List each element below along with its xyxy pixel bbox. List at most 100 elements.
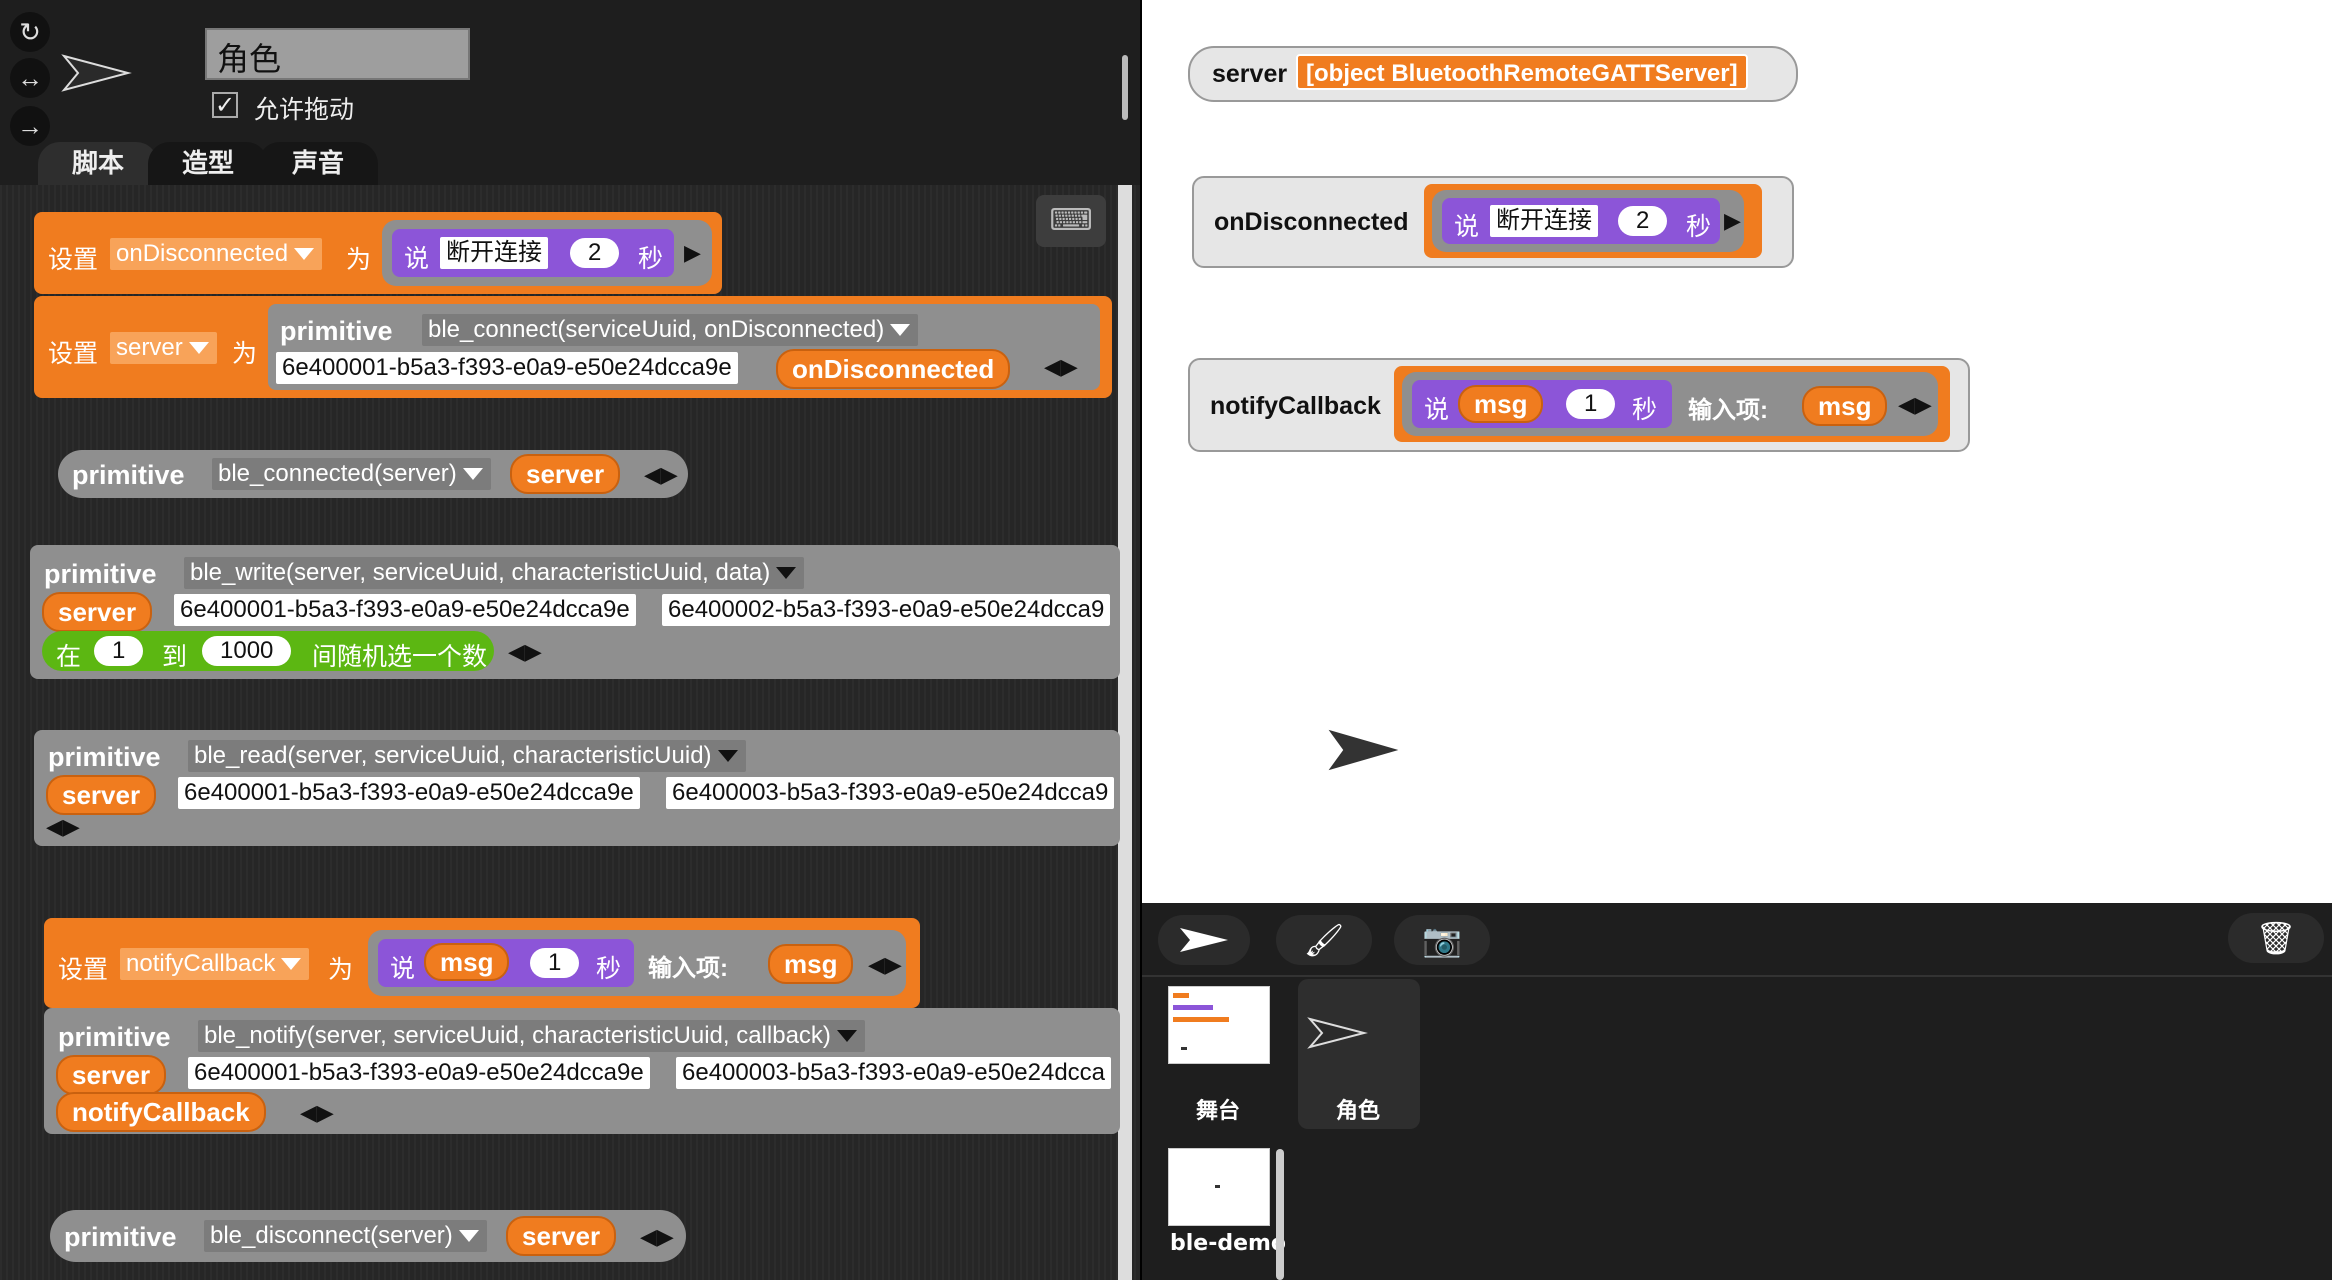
primitive-dropdown[interactable]: ble_notify(server, serviceUuid, characte… [198,1020,865,1052]
server-var[interactable]: server [510,454,621,494]
msg-var[interactable]: msg [424,943,510,981]
ring-slot[interactable]: 说 msg 1 秒 输入项: msg ◀▶ [368,930,906,996]
set-ondisconnected-block[interactable]: 设置 onDisconnected 为 说 断开连接 2 秒 ▶ [34,212,722,294]
corral-divider [1142,975,2332,977]
watcher-notifycallback[interactable]: notifyCallback 说 msg 1 秒 输入项: msg ◀▶ [1188,358,1970,452]
say-label: 说 [404,244,430,273]
arg-arrows-icon[interactable]: ◀▶ [46,814,80,840]
random-at-label: 在 [56,642,82,671]
camera-icon[interactable]: 📷 [1394,915,1490,965]
rotate-icon[interactable]: ↻ [10,12,50,52]
primitive-label: primitive [48,742,161,772]
server-var[interactable]: server [506,1216,617,1256]
primitive-dropdown[interactable]: ble_connect(serviceUuid, onDisconnected) [422,314,919,346]
random-to-input[interactable]: 1000 [202,636,292,666]
say-for-secs-block[interactable]: 说 msg 1 秒 [378,939,634,987]
primitive-label: primitive [64,1222,177,1252]
sprite-thumb-icon [1307,1017,1368,1049]
say-for-secs-block: 说 msg 1 秒 [1412,380,1672,428]
scene-label: ble-demo [1170,1231,1287,1256]
stage[interactable]: server [object BluetoothRemoteGATTServer… [1142,0,2332,903]
uuid-input[interactable]: 6e400002-b5a3-f393-e0a9-e50e24dcca9 [662,594,1111,626]
primitive-dropdown[interactable]: ble_read(server, serviceUuid, characteri… [188,740,746,772]
turtle-icon[interactable] [1158,915,1250,965]
draggable-checkbox[interactable]: ✓ [212,92,238,118]
trash-icon[interactable]: 🗑 [2228,913,2324,963]
sprite-name-field[interactable]: 角色 [205,28,470,80]
random-block[interactable]: 在 1 到 1000 间随机选一个数 [42,631,494,671]
sprite-arrow-icon [61,54,132,92]
primitive-write-block[interactable]: primitive ble_write(server, serviceUuid,… [30,545,1120,679]
watcher-value-ring: 说 msg 1 秒 输入项: msg ◀▶ [1394,366,1950,442]
to-label: 为 [232,339,258,368]
var-dropdown[interactable]: onDisconnected [110,238,323,270]
secs-label: 秒 [1632,395,1658,424]
watcher-value-ring: 说 断开连接 2 秒 ▶ [1424,184,1762,258]
watcher-ondisconnected[interactable]: onDisconnected 说 断开连接 2 秒 ▶ [1192,176,1794,268]
primitive-read-block[interactable]: primitive ble_read(server, serviceUuid, … [34,730,1120,846]
notifycallback-var[interactable]: notifyCallback [56,1092,266,1132]
uuid-input[interactable]: 6e400001-b5a3-f393-e0a9-e50e24dcca9e [276,352,738,384]
set-label: 设置 [48,245,99,274]
set-notifycallback-block[interactable]: 设置 notifyCallback 为 说 msg 1 秒 输入项: msg ◀… [44,918,920,1008]
say-text: 断开连接 [1490,205,1598,237]
primitive-label: primitive [280,316,393,346]
ondisconnected-var[interactable]: onDisconnected [776,349,1011,389]
var-dropdown[interactable]: notifyCallback [120,948,310,980]
flip-icon[interactable]: ↔ [10,58,50,98]
random-from-input[interactable]: 1 [94,636,144,666]
corral-scrollbar[interactable] [1276,1149,1284,1280]
primitive-connect-block[interactable]: primitive ble_connect(serviceUuid, onDis… [268,304,1100,390]
server-var[interactable]: server [56,1055,167,1095]
secs-input[interactable]: 1 [530,948,580,978]
uuid-input[interactable]: 6e400001-b5a3-f393-e0a9-e50e24dcca9e [174,594,636,626]
sprite-thumbnail-selected[interactable]: 角色 [1298,979,1420,1129]
sprite-turtle-icon[interactable] [1322,724,1408,776]
expand-arrow-icon[interactable]: ▶ [684,240,701,266]
set-label: 设置 [58,955,109,984]
primitive-connected-block[interactable]: primitive ble_connected(server) server ◀… [58,450,688,498]
keyboard-icon[interactable]: ⌨ [1036,195,1106,247]
uuid-input[interactable]: 6e400001-b5a3-f393-e0a9-e50e24dcca9e [188,1057,650,1089]
server-var[interactable]: server [46,775,157,815]
primitive-dropdown[interactable]: ble_write(server, serviceUuid, character… [184,557,805,589]
stage-thumbnail[interactable] [1168,986,1270,1064]
tab-scripts[interactable]: 脚本 [38,142,159,186]
msg-param[interactable]: msg [768,944,854,984]
secs-label: 秒 [638,244,664,273]
paintbrush-icon[interactable]: 🖌 [1276,915,1372,965]
tab-costumes[interactable]: 造型 [148,142,269,186]
ring-slot[interactable]: 说 断开连接 2 秒 ▶ [382,220,712,286]
header-scrollbar[interactable] [1122,55,1128,120]
draggable-label: 允许拖动 [254,95,355,124]
say-text-input[interactable]: 断开连接 [440,237,548,269]
secs-input[interactable]: 2 [570,238,620,268]
uuid-input[interactable]: 6e400001-b5a3-f393-e0a9-e50e24dcca9e [178,777,640,809]
arg-arrows-icon[interactable]: ◀▶ [640,1224,674,1250]
secs-label: 秒 [1686,212,1712,241]
primitive-dropdown[interactable]: ble_connected(server) [212,458,491,490]
ring-slot: 说 msg 1 秒 输入项: msg ◀▶ [1402,372,1938,436]
primitive-notify-block[interactable]: primitive ble_notify(server, serviceUuid… [44,1008,1120,1134]
server-var[interactable]: server [42,592,153,632]
set-label: 设置 [48,339,99,368]
arg-arrows-icon[interactable]: ◀▶ [1044,354,1078,380]
scene-thumbnail[interactable] [1168,1148,1270,1226]
say-for-secs-block[interactable]: 说 断开连接 2 秒 [392,229,674,277]
secs-label: 秒 [596,954,622,983]
primitive-dropdown[interactable]: ble_disconnect(server) [204,1220,487,1252]
primitive-label: primitive [44,559,157,589]
tab-sounds[interactable]: 声音 [258,142,379,186]
var-dropdown[interactable]: server [110,332,217,364]
uuid-input[interactable]: 6e400003-b5a3-f393-e0a9-e50e24dcca9 [666,777,1115,809]
arg-arrows-icon[interactable]: ◀▶ [644,462,678,488]
set-server-block[interactable]: 设置 server 为 primitive ble_connect(servic… [34,296,1112,398]
arg-arrows-icon[interactable]: ◀▶ [508,639,542,665]
param-arrows-icon[interactable]: ◀▶ [868,952,902,978]
watcher-server[interactable]: server [object BluetoothRemoteGATTServer… [1188,46,1798,102]
uuid-input[interactable]: 6e400003-b5a3-f393-e0a9-e50e24dcca [676,1057,1112,1089]
no-rotate-icon[interactable]: → [10,106,50,146]
scripts-scrollbar[interactable] [1118,185,1132,1280]
primitive-disconnect-block[interactable]: primitive ble_disconnect(server) server … [50,1210,686,1262]
arg-arrows-icon[interactable]: ◀▶ [300,1100,334,1126]
